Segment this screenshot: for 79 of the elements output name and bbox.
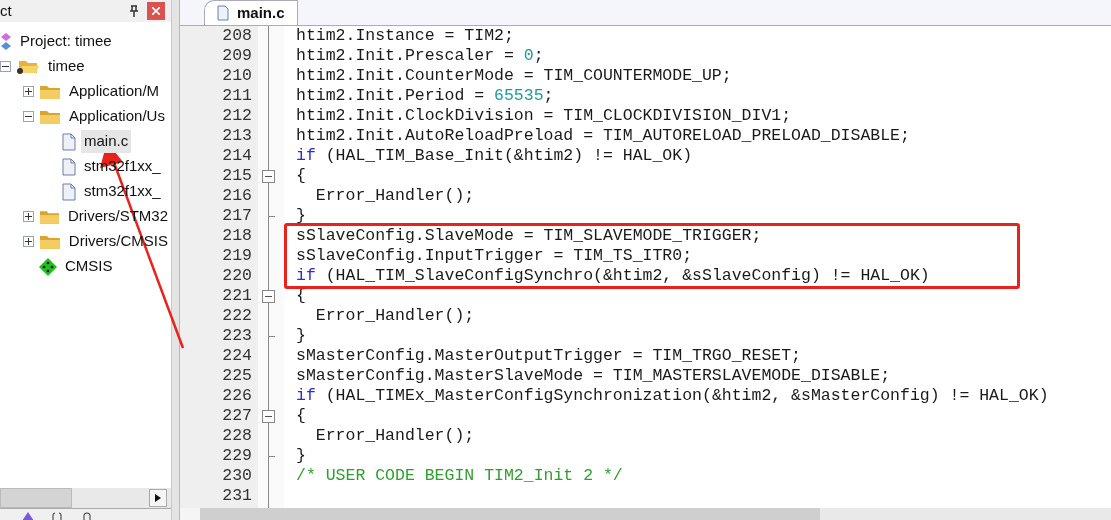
file-icon xyxy=(62,182,76,201)
tree-item[interactable]: Application/Us xyxy=(66,105,168,128)
line-number: 227 xyxy=(222,406,252,426)
line-number: 213 xyxy=(222,126,252,146)
code-line: Error_Handler(); xyxy=(314,186,475,206)
line-number: 211 xyxy=(222,86,252,106)
pin-icon[interactable] xyxy=(129,5,139,17)
expand-icon[interactable] xyxy=(23,211,34,222)
folder-icon xyxy=(39,208,60,225)
line-number: 223 xyxy=(222,326,252,346)
line-number: 228 xyxy=(222,426,252,446)
line-number: 214 xyxy=(222,146,252,166)
line-number: 226 xyxy=(222,386,252,406)
code-line: htim2.Instance = TIM2; xyxy=(296,26,514,46)
code-line: htim2.Init.CounterMode = TIM_COUNTERMODE_UP; xyxy=(296,66,732,86)
line-number: 224 xyxy=(222,346,252,366)
code-line: Error_Handler(); xyxy=(314,306,475,326)
folder-icon xyxy=(16,58,40,75)
folder-icon xyxy=(39,83,61,100)
scroll-right-icon[interactable] xyxy=(149,489,167,507)
expand-icon[interactable] xyxy=(23,86,34,97)
expand-icon[interactable] xyxy=(23,236,34,247)
file-tab[interactable]: main.c xyxy=(204,0,298,25)
folder-icon xyxy=(39,108,61,125)
tree-item[interactable]: main.c xyxy=(81,130,132,153)
horizontal-scrollbar[interactable] xyxy=(0,488,171,508)
code-line: sMasterConfig.MasterOutputTrigger = TIM_TRGO_RESET; xyxy=(296,346,801,366)
line-number: 215 xyxy=(222,166,252,186)
code-line: if (HAL_TIMEx_MasterConfigSynchronization(&htim2, &sMasterConfig) != HAL_OK) xyxy=(296,386,1049,406)
collapse-icon[interactable] xyxy=(0,61,11,72)
code-line: sSlaveConfig.InputTrigger = TIM_TS_ITR0; xyxy=(296,246,693,266)
collapse-icon[interactable] xyxy=(23,111,34,122)
code-line: htim2.Init.Prescaler = 0; xyxy=(296,46,544,66)
line-number: 208 xyxy=(222,26,252,46)
line-number: 220 xyxy=(222,266,252,286)
tree-item[interactable]: CMSIS xyxy=(62,255,116,278)
line-number: 225 xyxy=(222,366,252,386)
code-line: if (HAL_TIM_Base_Init(&htim2) != HAL_OK) xyxy=(296,146,693,166)
line-number: 210 xyxy=(222,66,252,86)
close-icon[interactable] xyxy=(152,7,160,15)
code-line: sSlaveConfig.SlaveMode = TIM_SLAVEMODE_TRIGGER; xyxy=(296,226,762,246)
line-number: 217 xyxy=(222,206,252,226)
file-icon xyxy=(62,132,76,151)
collapse-icon[interactable] xyxy=(262,409,275,423)
code-line: htim2.Init.AutoReloadPreload = TIM_AUTORELOAD_PRELOAD_DISABLE; xyxy=(296,126,910,146)
line-number: 222 xyxy=(222,306,252,326)
folder-icon xyxy=(39,233,61,250)
line-number: 221 xyxy=(222,286,252,306)
code-line: } xyxy=(296,326,306,346)
panel-title: ct xyxy=(0,0,12,21)
collapse-icon[interactable] xyxy=(262,169,275,183)
code-line: Error_Handler(); xyxy=(314,426,475,446)
code-line: } xyxy=(296,446,306,466)
close-button[interactable] xyxy=(147,2,165,20)
horizontal-scrollbar[interactable] xyxy=(180,508,1111,520)
line-number: 219 xyxy=(222,246,252,266)
line-number: 218 xyxy=(222,226,252,246)
tree-item[interactable]: Project: timee xyxy=(17,30,115,53)
line-number: 212 xyxy=(222,106,252,126)
line-number: 231 xyxy=(222,486,252,506)
line-number: 209 xyxy=(222,46,252,66)
file-icon xyxy=(62,157,76,176)
component-icon xyxy=(39,257,57,276)
file-icon xyxy=(217,5,229,21)
code-line: { xyxy=(296,406,306,426)
collapse-icon[interactable] xyxy=(262,289,275,303)
tree-item[interactable]: timee xyxy=(45,55,88,78)
code-line: /* USER CODE BEGIN TIM2_Init 2 */ xyxy=(296,466,623,486)
code-line: { xyxy=(296,166,306,186)
tree-item[interactable]: Application/M xyxy=(66,80,163,103)
project-icon xyxy=(0,32,12,51)
code-line: } xyxy=(296,206,306,226)
line-number: 229 xyxy=(222,446,252,466)
code-line: htim2.Init.ClockDivision = TIM_CLOCKDIVISION_DIV1; xyxy=(296,106,792,126)
line-number: 216 xyxy=(222,186,252,206)
code-line: sMasterConfig.MasterSlaveMode = TIM_MASTERSLAVEMODE_DISABLE; xyxy=(296,366,891,386)
line-number: 230 xyxy=(222,466,252,486)
code-line: htim2.Init.Period = 65535; xyxy=(296,86,554,106)
code-line: if (HAL_TIM_SlaveConfigSynchro(&htim2, &sSlaveConfig) != HAL_OK) xyxy=(296,266,930,286)
